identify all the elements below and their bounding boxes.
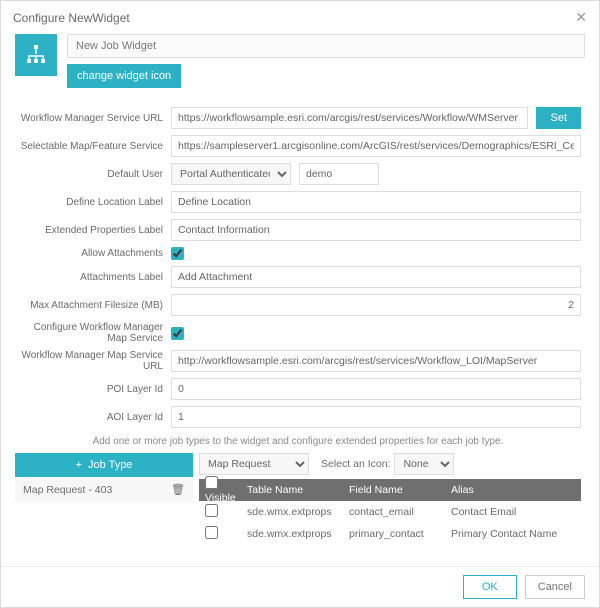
label-ext-props: Extended Properties Label (15, 225, 163, 236)
cell-table: sde.wmx.extprops (247, 528, 349, 540)
input-wm-service[interactable] (171, 107, 528, 129)
label-map-url: Workflow Manager Map Service URL (15, 350, 163, 372)
set-button[interactable]: Set (536, 107, 581, 129)
input-define-loc[interactable] (171, 191, 581, 213)
input-map-feature[interactable] (171, 135, 581, 157)
input-aoi[interactable] (171, 406, 581, 428)
input-max-filesize[interactable] (171, 294, 581, 316)
jobtype-section: + Job Type Map Request - 403 🗑 Map Reque… (15, 453, 581, 545)
cell-alias: Primary Contact Name (451, 528, 581, 540)
cell-field: contact_email (349, 506, 451, 518)
input-poi[interactable] (171, 378, 581, 400)
input-map-url[interactable] (171, 350, 581, 372)
jobtype-item-label: Map Request - 403 (23, 484, 112, 496)
hint-text: Add one or more job types to the widget … (15, 436, 581, 447)
select-icon[interactable]: None (394, 453, 454, 475)
dialog-titlebar: Configure NewWidget ✕ (1, 1, 599, 34)
label-allow-attach: Allow Attachments (15, 248, 163, 259)
close-icon[interactable]: ✕ (575, 9, 587, 26)
configure-dialog: Configure NewWidget ✕ change widget icon… (0, 0, 600, 608)
input-ext-props[interactable] (171, 219, 581, 241)
select-map-request[interactable]: Map Request (199, 453, 309, 475)
label-max-filesize: Max Attachment Filesize (MB) (15, 300, 163, 311)
widget-header: change widget icon (1, 34, 599, 96)
row-visible-checkbox[interactable] (205, 526, 218, 539)
cell-field: primary_contact (349, 528, 451, 540)
widget-icon (15, 34, 57, 76)
hierarchy-icon (24, 43, 48, 67)
checkbox-config-map[interactable] (171, 327, 184, 340)
dialog-title: Configure NewWidget (13, 11, 130, 25)
table-row: sde.wmx.extprops contact_email Contact E… (199, 501, 581, 523)
label-define-loc: Define Location Label (15, 197, 163, 208)
ok-button[interactable]: OK (463, 575, 517, 599)
table-row: sde.wmx.extprops primary_contact Primary… (199, 523, 581, 545)
label-attach: Attachments Label (15, 272, 163, 283)
plus-icon: + (76, 459, 82, 471)
label-aoi: AOI Layer Id (15, 412, 163, 423)
change-icon-button[interactable]: change widget icon (67, 64, 181, 88)
cell-alias: Contact Email (451, 506, 581, 518)
checkbox-visible-all[interactable] (205, 476, 218, 489)
checkbox-allow-attach[interactable] (171, 247, 184, 260)
select-default-user-mode[interactable]: Portal Authenticated (171, 163, 291, 185)
add-jobtype-button[interactable]: + Job Type (15, 453, 193, 477)
add-jobtype-label: Job Type (88, 459, 132, 471)
label-map-feature: Selectable Map/Feature Service (15, 141, 163, 152)
header-visible: Visible (205, 492, 236, 504)
eptable-header: Visible Table Name Field Name Alias (199, 479, 581, 501)
cell-table: sde.wmx.extprops (247, 506, 349, 518)
label-wm-service: Workflow Manager Service URL (15, 113, 163, 124)
form-scroll[interactable]: Workflow Manager Service URL Set Selecta… (1, 96, 599, 566)
cancel-button[interactable]: Cancel (525, 575, 585, 599)
label-poi: POI Layer Id (15, 384, 163, 395)
widget-name-input[interactable] (67, 34, 585, 58)
header-table: Table Name (247, 484, 349, 496)
jobtype-item[interactable]: Map Request - 403 🗑 (15, 477, 193, 502)
header-alias: Alias (451, 484, 581, 496)
row-visible-checkbox[interactable] (205, 504, 218, 517)
input-attach-label[interactable] (171, 266, 581, 288)
dialog-footer: OK Cancel (1, 566, 599, 607)
select-icon-label: Select an Icon: (321, 458, 390, 470)
header-field: Field Name (349, 484, 451, 496)
label-default-user: Default User (15, 169, 163, 180)
input-default-user[interactable] (299, 163, 379, 185)
label-config-map: Configure Workflow Manager Map Service (15, 322, 163, 344)
trash-icon[interactable]: 🗑 (171, 483, 185, 496)
